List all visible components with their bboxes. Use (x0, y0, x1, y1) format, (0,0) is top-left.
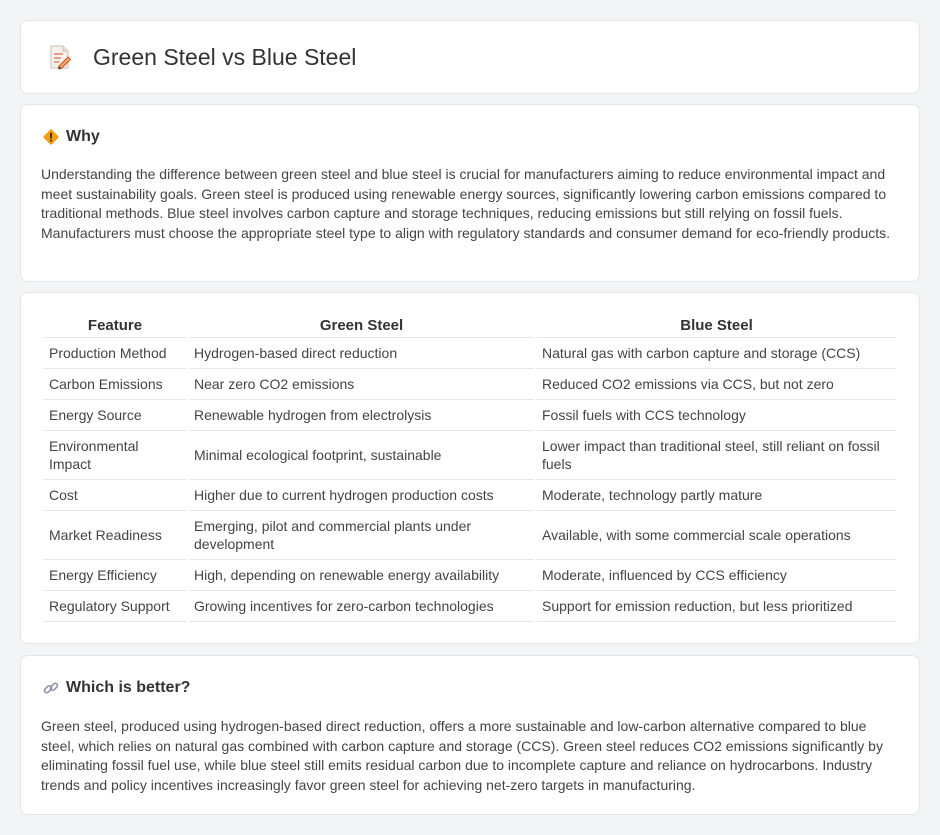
table-cell-blue: Lower impact than traditional steel, sti… (537, 431, 896, 480)
table-row: Energy Source Renewable hydrogen from el… (44, 400, 896, 431)
better-title: Which is better? (66, 679, 191, 696)
table-cell-blue: Natural gas with carbon capture and stor… (537, 338, 896, 369)
table-cell-green: Near zero CO2 emissions (189, 369, 534, 400)
comparison-section: Feature Green Steel Blue Steel Productio… (20, 292, 920, 644)
table-row: Production Method Hydrogen-based direct … (44, 338, 896, 369)
better-text: Green steel, produced using hydrogen-bas… (41, 718, 883, 793)
table-cell-green: Emerging, pilot and commercial plants un… (189, 511, 534, 560)
table-row: Market Readiness Emerging, pilot and com… (44, 511, 896, 560)
table-cell-feature: Energy Efficiency (44, 560, 186, 591)
table-cell-blue: Moderate, influenced by CCS efficiency (537, 560, 896, 591)
table-cell-blue: Moderate, technology partly mature (537, 480, 896, 511)
table-cell-feature: Carbon Emissions (44, 369, 186, 400)
table-cell-blue: Support for emission reduction, but less… (537, 591, 896, 622)
header-row: Green Steel vs Blue Steel (21, 21, 919, 93)
table-row: Energy Efficiency High, depending on ren… (44, 560, 896, 591)
table-cell-blue: Available, with some commercial scale op… (537, 511, 896, 560)
table-cell-feature: Production Method (44, 338, 186, 369)
comparison-table: Feature Green Steel Blue Steel Productio… (41, 315, 899, 622)
table-row: Cost Higher due to current hydrogen prod… (44, 480, 896, 511)
table-cell-feature: Market Readiness (44, 511, 186, 560)
why-title: Why (66, 128, 100, 145)
link-icon (43, 682, 59, 694)
table-cell-green: High, depending on renewable energy avai… (189, 560, 534, 591)
table-cell-green: Renewable hydrogen from electrolysis (189, 400, 534, 431)
diamond-warning-icon (43, 129, 59, 145)
table-header-row: Feature Green Steel Blue Steel (44, 315, 896, 338)
table-cell-feature: Regulatory Support (44, 591, 186, 622)
table-cell-blue: Reduced CO2 emissions via CCS, but not z… (537, 369, 896, 400)
table-cell-blue: Fossil fuels with CCS technology (537, 400, 896, 431)
which-is-better-section: Which is better? Green steel, produced u… (20, 655, 920, 815)
document-pencil-icon (50, 45, 72, 70)
header-card: Green Steel vs Blue Steel (20, 20, 920, 94)
why-heading: Why (42, 128, 100, 146)
why-section: Why Understanding the difference between… (20, 104, 920, 282)
header-feature: Feature (44, 315, 186, 338)
header-blue-steel: Blue Steel (537, 315, 896, 338)
table-row: Regulatory Support Growing incentives fo… (44, 591, 896, 622)
table-cell-green: Growing incentives for zero-carbon techn… (189, 591, 534, 622)
table-cell-feature: Energy Source (44, 400, 186, 431)
table-cell-green: Higher due to current hydrogen productio… (189, 480, 534, 511)
better-heading: Which is better? (42, 679, 190, 697)
table-row: Environmental Impact Minimal ecological … (44, 431, 896, 480)
table-cell-feature: Cost (44, 480, 186, 511)
table-cell-feature: Environmental Impact (44, 431, 186, 480)
table-row: Carbon Emissions Near zero CO2 emissions… (44, 369, 896, 400)
why-text: Understanding the difference between gre… (41, 166, 891, 241)
page-title: Green Steel vs Blue Steel (93, 43, 357, 70)
table-cell-green: Hydrogen-based direct reduction (189, 338, 534, 369)
header-green-steel: Green Steel (189, 315, 534, 338)
table-cell-green: Minimal ecological footprint, sustainabl… (189, 431, 534, 480)
